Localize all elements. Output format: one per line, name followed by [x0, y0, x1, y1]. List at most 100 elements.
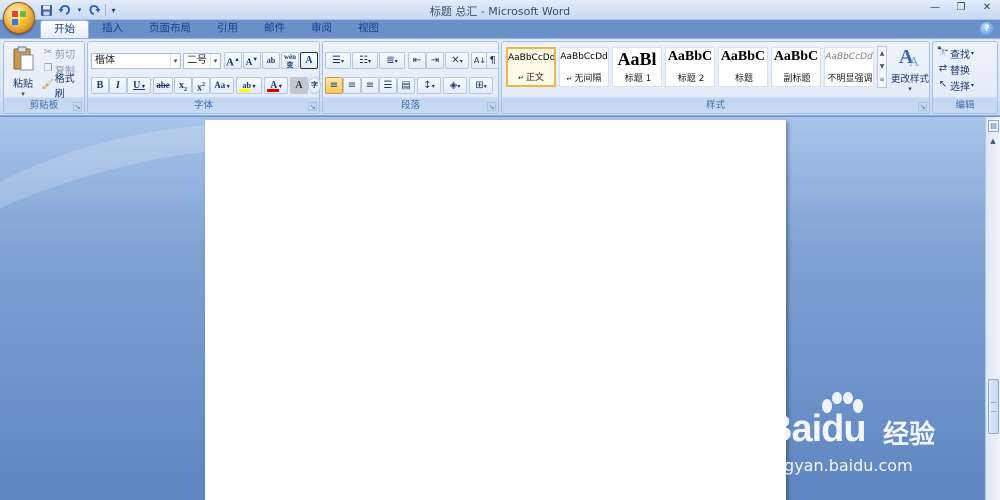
tab-mailings[interactable]: 邮件	[251, 20, 298, 38]
paste-button[interactable]: 粘贴 ▾	[8, 44, 38, 98]
numbering-button[interactable]: ☷▾	[352, 52, 378, 69]
style-tile[interactable]: AaBbCcDd ↵ 无间隔	[559, 47, 609, 87]
tab-review[interactable]: 审阅	[298, 20, 345, 38]
italic-button[interactable]: I	[109, 77, 127, 94]
multilevel-list-icon: ≣	[386, 55, 395, 66]
character-shading-button[interactable]: A	[290, 77, 308, 94]
change-styles-dropdown-icon[interactable]: ▾	[890, 85, 930, 93]
paragraph-mark-icon: ¶	[489, 55, 496, 66]
change-styles-label: 更改样式	[890, 74, 929, 85]
strikethrough-button[interactable]: abe	[153, 77, 173, 94]
asian-layout-icon: ✕	[451, 55, 460, 66]
shrink-font-button[interactable]: A▼	[243, 52, 261, 69]
increase-indent-button[interactable]: ⇥	[426, 52, 444, 69]
tab-view[interactable]: 视图	[345, 20, 392, 38]
tab-page-layout[interactable]: 页面布局	[136, 20, 204, 38]
styles-launcher-icon[interactable]: ↘	[918, 102, 927, 111]
find-button[interactable]: 🔭 查找 ▾	[936, 45, 974, 61]
bullets-button[interactable]: ☰▾	[325, 52, 351, 69]
subscript-button[interactable]: x2	[174, 77, 192, 94]
style-tile[interactable]: AaBbC 标题 2	[665, 47, 715, 87]
replace-icon: ⇄	[938, 63, 948, 74]
show-marks-button[interactable]: ¶	[486, 52, 499, 69]
ribbon-tabs: 开始 插入 页面布局 引用 邮件 审阅 视图	[40, 20, 392, 38]
decrease-indent-button[interactable]: ⇤	[408, 52, 426, 69]
office-button[interactable]	[3, 2, 35, 34]
help-icon[interactable]: ?	[980, 22, 994, 36]
ribbon: 粘贴 ▾ ✂ 剪切 ❐ 复制 🖌 格式刷 剪贴板 ↘ 楷体 ▾ 二号 ▾ A▲ A▼ ab…	[0, 38, 1000, 116]
scrollbar-thumb[interactable]	[988, 379, 999, 434]
asian-layout-button[interactable]: ✕▾	[445, 52, 469, 69]
bold-button[interactable]: B	[91, 77, 109, 94]
clear-formatting-button[interactable]: ab	[262, 52, 280, 69]
baidu-logo-text: Baidu	[765, 408, 867, 450]
style-name-label: 副标题	[783, 74, 811, 84]
multilevel-list-button[interactable]: ≣▾	[379, 52, 405, 69]
font-name-combo[interactable]: 楷体 ▾	[91, 53, 181, 69]
character-shading-icon: A	[295, 80, 303, 91]
change-case-button[interactable]: Aa ▾	[210, 77, 234, 94]
enclose-characters-button[interactable]: 字	[308, 77, 321, 94]
gallery-more-icon[interactable]: ≡	[878, 73, 886, 86]
align-center-button[interactable]: ≡	[343, 77, 361, 94]
style-name-label: 不明显强调	[827, 74, 873, 84]
clipboard-group: 粘贴 ▾ ✂ 剪切 ❐ 复制 🖌 格式刷 剪贴板 ↘	[3, 41, 85, 114]
cut-button[interactable]: ✂ 剪切	[41, 45, 75, 61]
tab-references[interactable]: 引用	[204, 20, 251, 38]
justify-button[interactable]: ☰	[379, 77, 397, 94]
phonetic-guide-icon: wén	[283, 53, 297, 61]
style-tile[interactable]: AaBbCcDd ↵ 正文	[506, 47, 556, 87]
change-case-icon: Aa	[214, 80, 226, 90]
minimize-button[interactable]: —	[922, 0, 948, 16]
window-title: 标题 总汇 - Microsoft Word	[429, 5, 571, 18]
font-group-label: 字体	[193, 100, 213, 111]
grow-font-button[interactable]: A▲	[224, 52, 242, 69]
align-right-button[interactable]: ≡	[361, 77, 379, 94]
gallery-up-icon[interactable]: ▲	[878, 47, 886, 60]
format-painter-label: 格式刷	[54, 74, 75, 100]
borders-button[interactable]: ⊞▾	[469, 77, 493, 94]
style-tile[interactable]: AaBbCcDd 不明显强调	[824, 47, 874, 87]
format-painter-button[interactable]: 🖌 格式刷	[41, 74, 84, 100]
paste-dropdown-icon[interactable]: ▾	[8, 90, 38, 98]
maximize-button[interactable]: ❐	[948, 0, 974, 16]
font-name-value: 楷体	[95, 55, 115, 66]
vertical-scrollbar[interactable]: ▤ ▲	[985, 117, 1000, 500]
tab-home[interactable]: 开始	[40, 20, 89, 38]
distributed-button[interactable]: ▤	[397, 77, 415, 94]
style-tile[interactable]: AaBbC 副标题	[771, 47, 821, 87]
paragraph-launcher-icon[interactable]: ↘	[487, 102, 496, 111]
gallery-down-icon[interactable]: ▼	[878, 60, 886, 73]
shading-button[interactable]: ◈▾	[443, 77, 467, 94]
clipboard-group-label: 剪贴板	[29, 100, 59, 111]
view-ruler-icon[interactable]: ▤	[988, 120, 999, 132]
style-tile[interactable]: AaBl 标题 1	[612, 47, 662, 87]
phonetic-guide-button[interactable]: wén 变	[281, 52, 299, 69]
character-border-button[interactable]: A	[300, 52, 318, 69]
change-styles-button[interactable]: AA 更改样式 ▾	[890, 44, 930, 100]
font-size-combo[interactable]: 二号 ▾	[183, 53, 221, 69]
style-name: 标题 2	[666, 71, 714, 84]
binoculars-icon: 🔭	[936, 47, 950, 58]
document-page[interactable]	[205, 120, 786, 500]
tab-insert[interactable]: 插入	[89, 20, 136, 38]
line-spacing-button[interactable]: ↕▾	[417, 77, 441, 94]
highlight-button[interactable]: ab ▾	[236, 77, 262, 94]
superscript-button[interactable]: x2	[192, 77, 210, 94]
style-name: 标题 1	[613, 71, 661, 84]
paragraph-mark-icon: ↵	[518, 74, 524, 82]
select-button[interactable]: ↖ 选择 ▾	[936, 77, 974, 93]
scroll-up-icon[interactable]: ▲	[987, 135, 999, 147]
editing-group-label: 编辑	[955, 100, 975, 111]
underline-button[interactable]: U ▾	[127, 77, 151, 94]
gallery-scroll: ▲ ▼ ≡	[877, 46, 887, 88]
align-left-button[interactable]: ≡	[325, 77, 343, 94]
close-button[interactable]: ✕	[974, 0, 1000, 16]
replace-button[interactable]: ⇄ 替换	[936, 61, 970, 77]
styles-group-label: 样式	[705, 100, 725, 111]
clipboard-launcher-icon[interactable]: ↘	[73, 102, 82, 111]
font-launcher-icon[interactable]: ↘	[308, 102, 317, 111]
scissors-icon: ✂	[43, 47, 53, 58]
font-color-button[interactable]: A ▾	[264, 77, 288, 94]
style-tile[interactable]: AaBbC 标题	[718, 47, 768, 87]
